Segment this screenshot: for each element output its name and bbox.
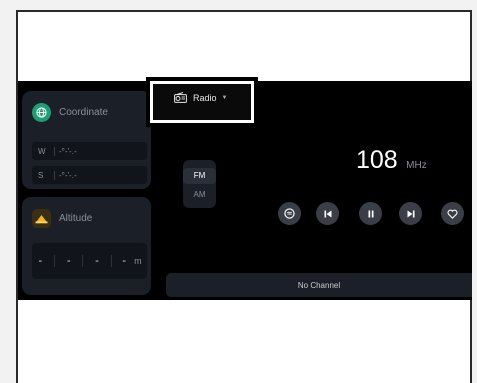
radio-icon [174, 92, 187, 103]
altitude-digit: - [95, 255, 99, 267]
globe-icon [32, 103, 51, 122]
altitude-header: Altitude [32, 209, 92, 228]
altitude-unit: m [134, 256, 142, 266]
divider [54, 255, 55, 267]
source-selector-label: Radio [193, 93, 217, 103]
frequency-unit: MHz [406, 160, 427, 171]
spotify-button[interactable] [278, 202, 301, 225]
divider [110, 255, 112, 267]
band-selector: FM AM [183, 160, 216, 208]
chevron-down-icon: ▼ [221, 95, 228, 101]
coordinate-label-s: S [38, 170, 44, 180]
next-button[interactable] [399, 202, 422, 225]
next-icon [407, 210, 414, 217]
altitude-title: Altitude [59, 213, 93, 224]
frequency-value: 108 [356, 146, 398, 174]
divider [82, 255, 84, 267]
band-am-button[interactable]: AM [183, 190, 216, 199]
divider [54, 146, 55, 156]
channel-bar[interactable]: No Channel [166, 273, 472, 297]
pause-button[interactable] [359, 202, 382, 225]
spotify-icon [284, 208, 295, 219]
coordinate-title: Coordinate [59, 107, 108, 118]
previous-button[interactable] [316, 202, 339, 225]
previous-icon [324, 210, 331, 217]
channel-label: No Channel [297, 280, 341, 290]
altitude-value-group: - m [122, 255, 141, 267]
pause-icon [368, 210, 373, 217]
altitude-card: Altitude - - - - m [22, 197, 151, 295]
source-selector-inner: Radio ▼ [153, 84, 251, 120]
coordinate-row-w: W -°-'-.- [32, 142, 147, 160]
altitude-digit: - [122, 255, 127, 267]
frequency-display: 108 MHz [356, 146, 427, 175]
heart-icon [447, 209, 458, 219]
favorite-button[interactable] [441, 202, 464, 225]
coordinate-card: Coordinate W -°-'-.- S -°-'-.- [22, 91, 151, 189]
altitude-readout: - - - - m [32, 243, 147, 279]
mountain-icon [32, 209, 51, 228]
coordinate-value-w: -°-'-.- [59, 146, 77, 156]
coordinate-header: Coordinate [32, 103, 108, 122]
divider [54, 170, 55, 180]
coordinate-value-s: -°-'-.- [59, 170, 77, 180]
band-fm-button[interactable]: FM [183, 168, 216, 184]
source-selector-dropdown[interactable]: Radio ▼ [146, 77, 258, 127]
coordinate-label-w: W [38, 146, 46, 156]
altitude-digit: - [66, 255, 71, 267]
coordinate-row-s: S -°-'-.- [32, 166, 147, 184]
altitude-digit: - [38, 255, 43, 267]
